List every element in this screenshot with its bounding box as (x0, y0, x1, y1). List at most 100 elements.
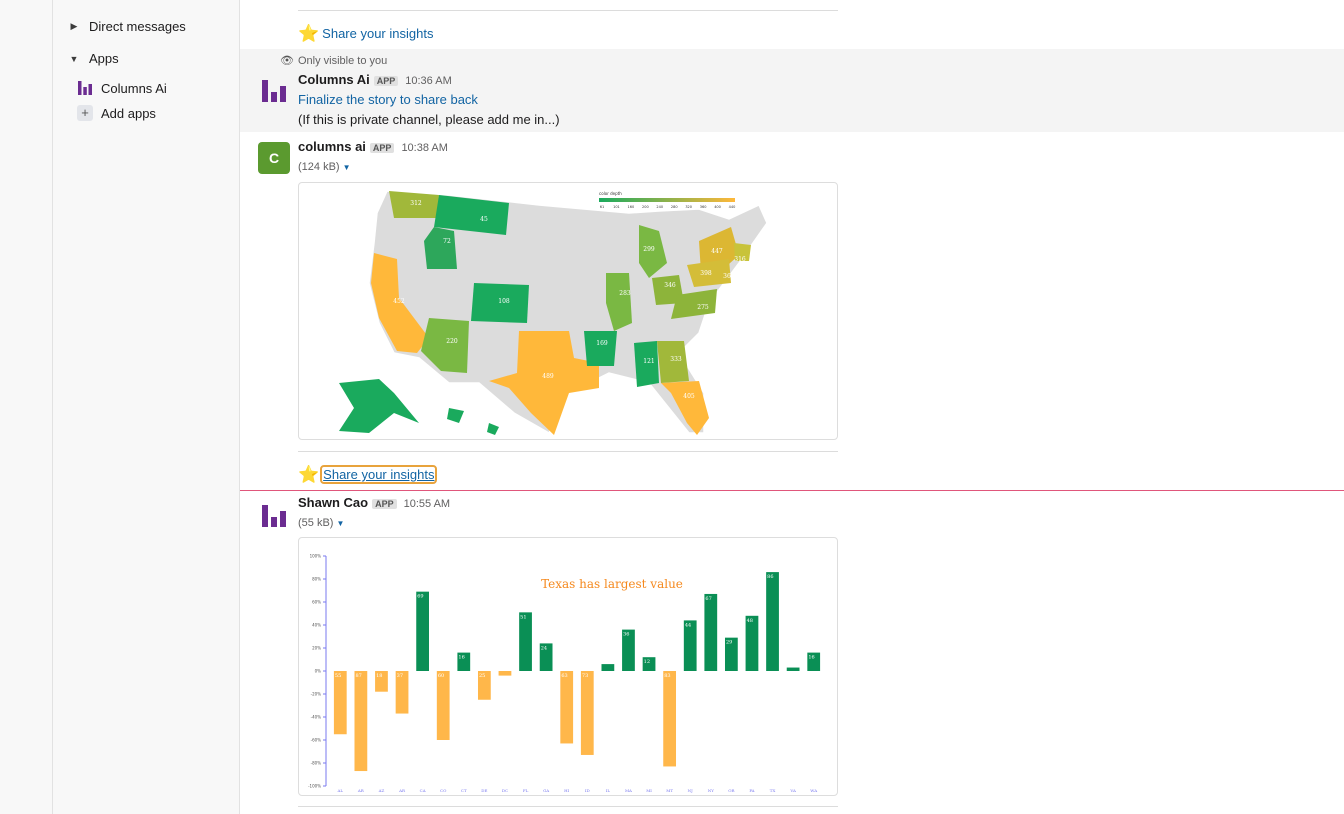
sidebar-section-label: Apps (89, 51, 119, 66)
bar-value-label: 55 (335, 673, 341, 679)
caret-down-icon: ▼ (336, 519, 345, 528)
x-tick-label: DC (502, 788, 508, 793)
sidebar-section-label: Direct messages (89, 19, 186, 34)
bar-value-label: 73 (582, 673, 588, 679)
bar (354, 671, 368, 772)
avatar[interactable]: C (258, 142, 290, 174)
timestamp[interactable]: 10:38 AM (401, 142, 447, 154)
map-label: 452 (393, 298, 405, 305)
bar (560, 671, 574, 744)
attachment-divider (298, 451, 838, 452)
star-icon: ⭐ (298, 24, 320, 43)
file-size-toggle[interactable]: (124 kB) ▼ (298, 161, 351, 173)
share-insights-row: ⭐ Share your insights (298, 465, 438, 484)
sender-name[interactable]: Shawn Cao (298, 495, 368, 510)
y-tick-label: -60% (311, 738, 322, 743)
y-tick-label: -40% (311, 715, 322, 720)
map-label: 312 (410, 200, 422, 207)
x-tick-label: PA (749, 788, 754, 793)
file-size-text: (55 kB) (298, 517, 334, 529)
bar (663, 671, 677, 767)
sidebar-item-add-apps[interactable]: + Add apps (77, 105, 156, 121)
x-tick-label: CO (440, 788, 447, 793)
bar (766, 572, 779, 671)
message-text: (If this is private channel, please add … (298, 112, 560, 127)
bar-value-label: 87 (355, 673, 361, 679)
x-tick-label: GA (543, 788, 549, 793)
x-tick-label: AL (337, 788, 344, 793)
caret-down-icon: ▼ (342, 163, 351, 172)
x-tick-label: VA (789, 788, 796, 793)
bar-chart-image[interactable]: Texas has largest value 100% 80% 60% 40% 20%… (298, 537, 838, 796)
message-header: Columns Ai APP 10:36 AM (298, 72, 452, 87)
timestamp[interactable]: 10:55 AM (404, 498, 450, 510)
map-image[interactable]: 312 45 72 108 452 220 34 489 169 283 299… (298, 182, 838, 440)
x-tick-label: WA (810, 788, 817, 793)
star-icon: ⭐ (298, 465, 320, 484)
map-label: 108 (498, 298, 510, 305)
x-tick-label: NJ (688, 788, 694, 793)
map-label: 299 (643, 246, 655, 253)
us-choropleth-map: 312 45 72 108 452 220 34 489 169 283 299… (339, 190, 768, 435)
caret-right-icon: ▶ (70, 21, 78, 31)
message-header: columns ai APP 10:38 AM (298, 139, 448, 154)
share-insights-link[interactable]: Share your insights (320, 465, 438, 484)
attachment-divider (298, 10, 838, 11)
sidebar-item-label: Columns Ai (101, 80, 167, 96)
bar (416, 591, 430, 671)
y-tick-label: 0% (315, 669, 322, 674)
avatar[interactable] (258, 73, 290, 105)
legend-tick-label: 61 (600, 205, 604, 209)
map-label: 283 (619, 290, 631, 297)
x-tick-label: AZ (378, 788, 385, 793)
message-header: Shawn Cao APP 10:55 AM (298, 495, 450, 510)
avatar[interactable] (258, 498, 290, 530)
app-badge: APP (373, 76, 399, 86)
ephemeral-message: 👁 Only visible to you Columns Ai APP 10:… (240, 49, 1344, 132)
bar (786, 667, 800, 671)
map-label: 34 (401, 396, 409, 403)
bar-value-label: 16 (808, 655, 814, 661)
timestamp[interactable]: 10:36 AM (405, 75, 451, 87)
x-tick-label: ID (585, 788, 590, 793)
sidebar-item-columns-ai[interactable]: Columns Ai (77, 80, 167, 96)
bar-value-label: 44 (685, 622, 691, 628)
bar (580, 671, 594, 755)
bar-value-label: 69 (417, 594, 423, 600)
finalize-story-link[interactable]: Finalize the story to share back (298, 92, 478, 107)
sidebar-section-apps[interactable]: ▼ Apps (67, 51, 119, 66)
bar-value-label: 16 (458, 655, 464, 661)
file-size-toggle[interactable]: (55 kB) ▼ (298, 517, 344, 529)
y-tick-label: 100% (310, 554, 322, 559)
legend-tick-label: 101 (613, 205, 620, 209)
x-tick-label: MI (646, 788, 652, 793)
share-insights-link[interactable]: Share your insights (322, 26, 433, 41)
attachment-divider (298, 806, 838, 807)
y-tick-label: -80% (311, 761, 322, 766)
sender-name[interactable]: Columns Ai (298, 72, 370, 87)
bar-chart: Texas has largest value 100% 80% 60% 40% 20%… (308, 554, 821, 793)
sender-name[interactable]: columns ai (298, 139, 366, 154)
map-label: 316 (734, 256, 746, 263)
legend-tick-label: 360 (700, 205, 707, 209)
y-tick-label: 20% (312, 646, 321, 651)
bar-value-label: 36 (623, 632, 629, 638)
bar-value-label: 51 (520, 614, 526, 620)
plus-icon: + (77, 105, 93, 121)
map-label: 220 (446, 338, 458, 345)
map-label: 36 (723, 273, 731, 280)
x-tick-label: FL (523, 788, 529, 793)
map-label: 72 (443, 238, 451, 245)
legend-tick-label: 240 (656, 205, 663, 209)
x-tick-label: AR (357, 788, 365, 793)
visibility-text: Only visible to you (298, 54, 388, 67)
legend-title: color depth (599, 191, 622, 196)
x-tick-label: IL (606, 788, 611, 793)
share-insights-row: ⭐ Share your insights (298, 25, 433, 42)
bar-value-label: 37 (397, 673, 403, 679)
bar (704, 593, 718, 671)
app-badge: APP (369, 143, 395, 153)
x-tick-label: HI (564, 788, 569, 793)
bar (333, 671, 347, 735)
sidebar-section-direct-messages[interactable]: ▶ Direct messages (67, 19, 186, 34)
